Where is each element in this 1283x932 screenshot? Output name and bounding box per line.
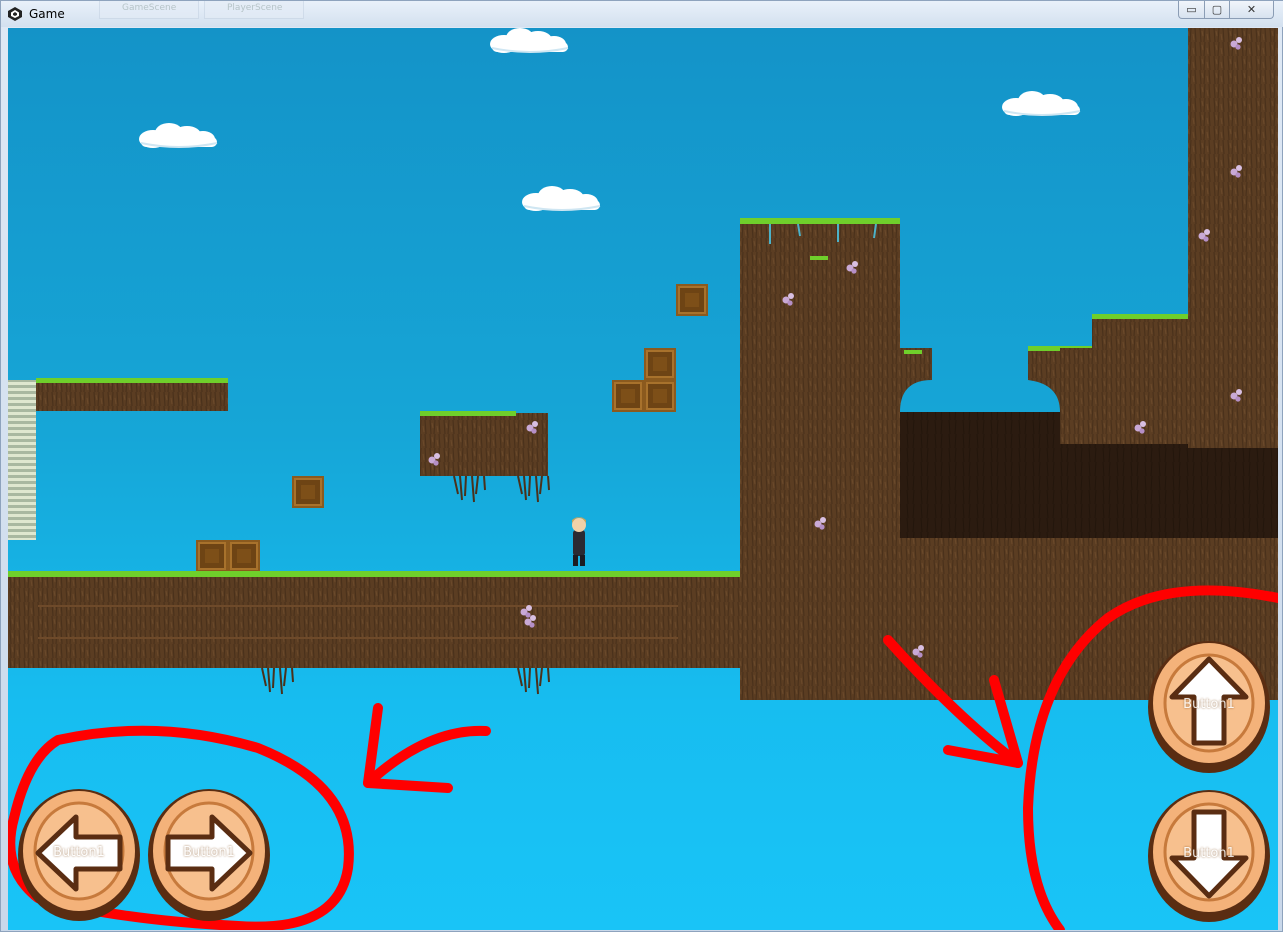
- hanging-roots: [517, 667, 550, 695]
- arrow-up-icon: [1148, 641, 1270, 773]
- jump-up-button[interactable]: Button1: [1146, 635, 1272, 775]
- cloud: [489, 28, 569, 54]
- grass-strip: [36, 378, 228, 383]
- maximize-button[interactable]: ▢: [1204, 1, 1230, 19]
- grass-tuft: [810, 256, 828, 260]
- move-right-button[interactable]: Button1: [146, 783, 272, 923]
- ground-platform: [8, 573, 740, 668]
- maximize-icon: ▢: [1211, 3, 1223, 16]
- grass-tuft: [904, 350, 922, 354]
- crate: [227, 539, 261, 573]
- close-button[interactable]: ✕: [1229, 1, 1274, 19]
- unity-app-icon: [8, 7, 22, 21]
- move-left-button[interactable]: Button1: [16, 783, 142, 923]
- cliff: [740, 220, 900, 700]
- crouch-down-button[interactable]: Button1: [1146, 784, 1272, 924]
- arrow-left-icon: [18, 789, 140, 921]
- crate: [291, 475, 325, 509]
- crate: [195, 539, 229, 573]
- cloud: [521, 185, 601, 212]
- crate: [643, 379, 677, 413]
- crate: [675, 283, 709, 317]
- grass-strip: [8, 571, 740, 577]
- grass-strip: [420, 411, 516, 416]
- arch-curve: [1028, 380, 1060, 412]
- minimize-icon: ▭: [1186, 3, 1197, 16]
- ladder: [8, 380, 36, 540]
- minimize-button[interactable]: ▭: [1178, 1, 1205, 19]
- hanging-roots: [453, 475, 486, 503]
- close-icon: ✕: [1246, 3, 1257, 16]
- ledge-platform: [36, 380, 228, 411]
- floating-island: [420, 413, 548, 476]
- title-bar[interactable]: Game GameScene PlayerScene ▭ ▢ ✕: [1, 1, 1283, 27]
- window-title: Game: [29, 7, 65, 21]
- arrow-down-icon: [1148, 790, 1270, 922]
- crate: [643, 347, 677, 381]
- arrow-right-icon: [148, 789, 270, 921]
- grass-strip: [740, 218, 900, 224]
- cloud: [1001, 90, 1081, 117]
- crate: [611, 379, 645, 413]
- arch-curve: [900, 380, 932, 412]
- background-tab[interactable]: PlayerScene: [204, 1, 304, 19]
- hanging-roots: [517, 475, 550, 503]
- player-character: [572, 517, 586, 566]
- game-viewport[interactable]: Button1 Button1 Button1 Button1: [8, 28, 1278, 930]
- grass-strip: [1092, 314, 1192, 319]
- cliff-step: [1092, 316, 1192, 350]
- cloud: [138, 122, 218, 149]
- background-tab[interactable]: GameScene: [99, 1, 199, 19]
- game-window: Game GameScene PlayerScene ▭ ▢ ✕ Button1…: [0, 0, 1283, 932]
- hanging-roots: [261, 667, 294, 695]
